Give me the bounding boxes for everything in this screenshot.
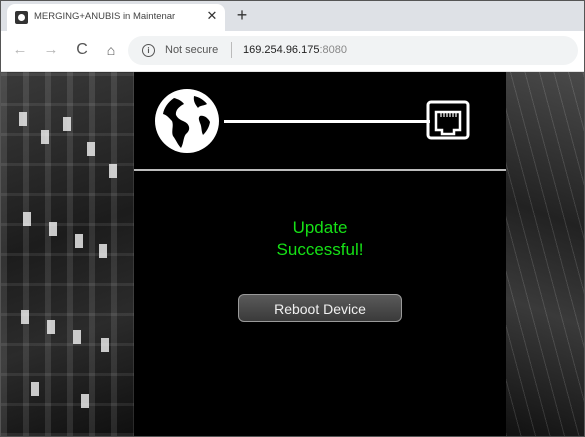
- background-image-left: [1, 72, 134, 436]
- forward-button[interactable]: →: [41, 40, 61, 60]
- tab-strip: MERGING+ANUBIS in Maintenar ✕ +: [1, 1, 584, 31]
- new-tab-button[interactable]: +: [233, 5, 251, 25]
- address-bar[interactable]: i Not secure 169.254.96.175:8080: [128, 36, 578, 65]
- info-icon[interactable]: i: [142, 44, 155, 57]
- reload-button[interactable]: C: [72, 40, 92, 60]
- reboot-device-button[interactable]: Reboot Device: [238, 294, 402, 322]
- home-button[interactable]: ⌂: [101, 40, 121, 60]
- status-line-1: Update: [292, 218, 348, 237]
- browser-tab[interactable]: MERGING+ANUBIS in Maintenar ✕: [7, 4, 225, 31]
- background-image-right: [506, 72, 584, 436]
- globe-icon: [155, 89, 219, 153]
- back-button[interactable]: ←: [10, 40, 30, 60]
- security-status[interactable]: Not secure: [165, 44, 218, 56]
- tab-close-icon[interactable]: ✕: [204, 8, 220, 24]
- connection-line: [224, 120, 430, 123]
- header-divider: [134, 169, 506, 171]
- url-host: 169.254.96.175: [243, 44, 320, 56]
- status-line-2: Successful!: [276, 240, 364, 259]
- page-content: Update Successful! Reboot Device: [1, 72, 584, 436]
- maintenance-panel: Update Successful! Reboot Device: [134, 72, 506, 436]
- browser-toolbar: ← → C ⌂ i Not secure 169.254.96.175:8080: [1, 31, 584, 72]
- tab-title: MERGING+ANUBIS in Maintenar: [34, 11, 176, 22]
- url-port: :8080: [319, 44, 347, 56]
- ethernet-port-icon: [426, 100, 470, 140]
- browser-window: MERGING+ANUBIS in Maintenar ✕ + ← → C ⌂ …: [0, 0, 585, 437]
- site-favicon-icon: [15, 11, 28, 24]
- panel-header: [134, 72, 506, 169]
- address-divider: [231, 42, 232, 58]
- url-text[interactable]: 169.254.96.175:8080: [243, 44, 347, 56]
- update-status-message: Update Successful!: [214, 217, 426, 261]
